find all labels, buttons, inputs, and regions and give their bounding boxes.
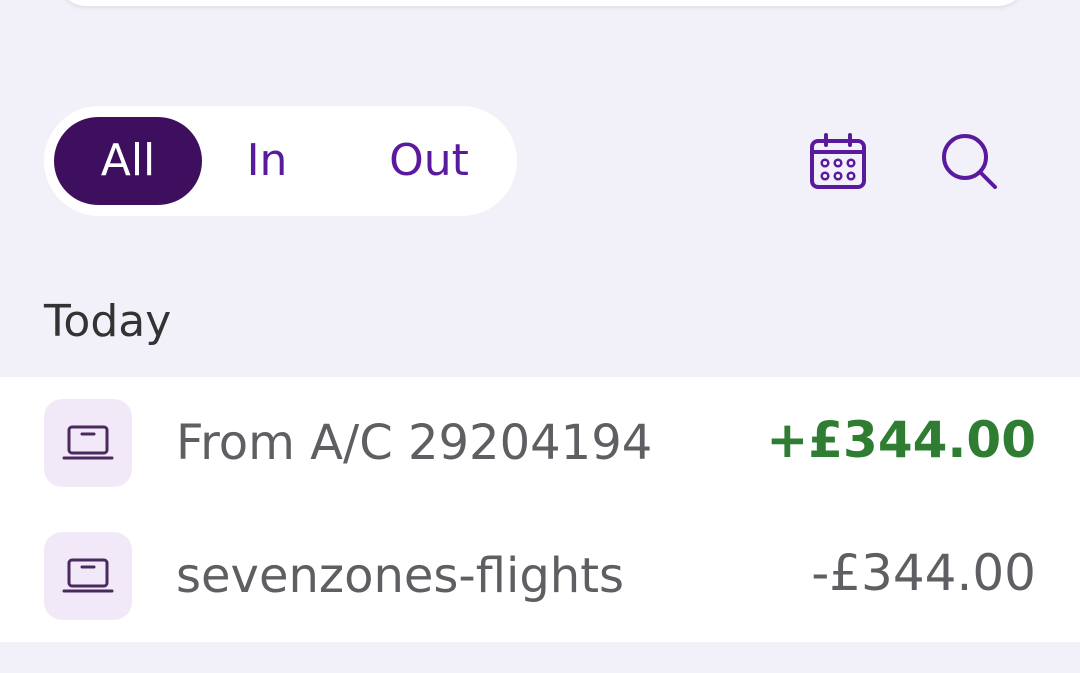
- transaction-filter: All In Out: [44, 106, 517, 216]
- laptop-icon: [62, 425, 114, 460]
- transaction-amount: +£344.00: [766, 411, 1036, 469]
- transaction-amount: -£344.00: [811, 544, 1036, 602]
- calendar-icon: [810, 133, 866, 189]
- transaction-list: From A/C 29204194 +£344.00 sevenzones-fl…: [0, 377, 1080, 642]
- calendar-button[interactable]: [798, 122, 878, 202]
- account-summary-card: [58, 0, 1026, 6]
- search-button[interactable]: [930, 122, 1010, 202]
- filter-all-button[interactable]: All: [54, 117, 202, 205]
- section-title: Today: [44, 296, 172, 347]
- filter-in-button[interactable]: In: [224, 117, 310, 205]
- filter-out-button[interactable]: Out: [354, 117, 504, 205]
- laptop-icon: [62, 558, 114, 593]
- transaction-icon-badge: [44, 532, 132, 620]
- search-icon: [942, 134, 997, 189]
- transaction-title: From A/C 29204194: [176, 415, 653, 471]
- transactions-screen: All In Out Today From A/C 29204194 +£344…: [0, 0, 1080, 673]
- transaction-icon-badge: [44, 399, 132, 487]
- transaction-row[interactable]: sevenzones-flights -£344.00: [0, 510, 1080, 642]
- transaction-title: sevenzones-flights: [176, 548, 625, 604]
- transaction-row[interactable]: From A/C 29204194 +£344.00: [0, 377, 1080, 509]
